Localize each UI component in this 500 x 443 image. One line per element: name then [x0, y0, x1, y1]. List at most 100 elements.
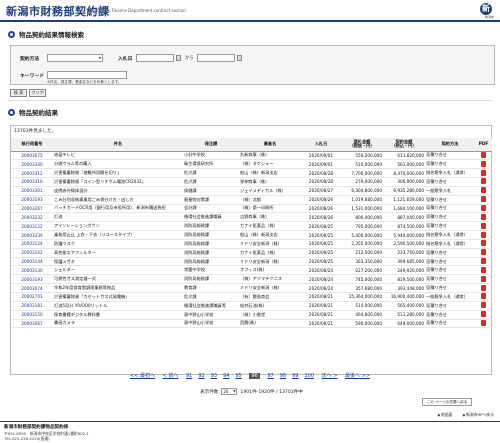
table-row: 20003193 可燃性ガス測定器一式 消防局総務課 （株）アヅマテクニス 2020/0… — [11, 274, 492, 285]
pdf-icon[interactable] — [481, 169, 486, 176]
footer-home-link[interactable]: 新潟市HPへ戻る — [462, 412, 494, 418]
pdf-icon[interactable] — [481, 240, 486, 247]
pager-page-link[interactable]: 99 — [292, 373, 298, 379]
pager-page-link[interactable]: 93 — [211, 373, 217, 379]
row-date: 2020/08/26 — [301, 195, 341, 205]
table-row: 20003181 灯油5月分 Y0/OO0リットル 循環社会推進課職員等 桜井石油(株… — [11, 301, 492, 311]
row-id[interactable]: 20003232 — [11, 212, 53, 223]
row-id[interactable]: 20003239 — [11, 230, 53, 240]
row-department: 消防局総務課 — [183, 230, 239, 240]
keyword-input[interactable] — [47, 71, 127, 79]
row-vendor: オフィス(株) — [239, 265, 301, 276]
row-pdf-cell — [475, 177, 492, 187]
row-id[interactable]: 20003312 — [11, 168, 53, 179]
pdf-icon[interactable] — [481, 258, 486, 265]
row-vendor: 吉野商事（株） — [239, 212, 301, 223]
row-bid-amount: 514,000,000 — [341, 301, 383, 311]
row-id[interactable]: 20003340 — [11, 159, 53, 170]
pager-page-link[interactable]: 98 — [280, 373, 286, 379]
pdf-icon[interactable] — [481, 151, 486, 158]
row-id[interactable]: 20003162 — [11, 248, 53, 258]
footer-back-link[interactable]: 前画面 — [438, 412, 452, 418]
row-id[interactable]: 20003301 — [11, 186, 53, 196]
pdf-icon[interactable] — [481, 302, 486, 309]
row-date: 2020/08/27 — [301, 186, 341, 196]
pager-page-link[interactable]: 94 — [223, 373, 229, 379]
pdf-icon[interactable] — [481, 284, 486, 291]
page-top-button[interactable]: この ページの先頭へ戻る — [422, 398, 472, 406]
row-id[interactable]: 20003267 — [11, 204, 53, 214]
logo-caption: 新潟市 — [484, 15, 494, 19]
pdf-icon[interactable] — [481, 311, 486, 318]
row-contract-amount: 249,920,000 — [383, 265, 425, 276]
row-method: 見積り合せ — [425, 310, 475, 320]
pager-page-link[interactable]: 91 — [186, 373, 192, 379]
pager-page-link[interactable]: 100 — [305, 373, 315, 379]
pdf-icon[interactable] — [481, 275, 486, 282]
date-from-input[interactable] — [136, 54, 174, 62]
row-pdf-cell — [475, 310, 492, 320]
calendar-from-icon[interactable] — [176, 55, 181, 61]
row-method: 見積り合せ — [425, 265, 475, 276]
niigata-logo-icon[interactable]: 新 — [480, 3, 492, 15]
row-id[interactable]: 20003074 — [11, 283, 53, 293]
row-id[interactable]: 20003193 — [11, 195, 53, 205]
row-id[interactable]: 20003075 — [11, 151, 53, 161]
pdf-icon[interactable] — [481, 213, 486, 220]
date-to-input[interactable] — [197, 54, 235, 62]
row-contract-amount: 1,121,659,000 — [383, 195, 425, 205]
row-id[interactable]: 20003181 — [11, 301, 53, 311]
pdf-icon[interactable] — [481, 222, 486, 229]
row-id[interactable]: 20003150 — [11, 310, 53, 320]
row-id[interactable]: 20003144 — [11, 257, 53, 267]
pager-first-link[interactable]: << 最初へ — [130, 373, 155, 379]
search-button[interactable]: 検 索 — [10, 89, 27, 97]
table-row: 20003162 高性能エアフィルター 消防局総務課 カナイ医薬品（株） 2020/08… — [11, 248, 492, 258]
row-bid-amount: 510,000,000 — [341, 159, 383, 170]
contract-method-select[interactable] — [47, 54, 103, 62]
row-id[interactable]: 20003067 — [11, 319, 53, 329]
row-contract-amount: 233,750,000 — [383, 248, 425, 258]
clear-button[interactable]: クリア — [29, 89, 46, 97]
row-pdf-cell — [475, 248, 492, 258]
pdf-icon[interactable] — [481, 266, 486, 273]
row-bid-amount: 7,700,000,000 — [341, 168, 383, 179]
row-contract-amount: 819,500,000 — [383, 274, 425, 285]
pager-page-link[interactable]: 95 — [235, 373, 241, 379]
pdf-icon[interactable] — [481, 249, 486, 256]
per-page-select[interactable]: 20 — [221, 388, 238, 395]
pager-prev-link[interactable]: < 前へ — [163, 373, 179, 379]
pdf-icon[interactable] — [481, 196, 486, 203]
row-item-name: 灯油 — [53, 212, 183, 223]
row-contract-amount: 5,940,000,000 — [383, 230, 425, 240]
table-row: 20003232 灯油 循環社会推進課職員 吉野商事（株） 2020/08/26 806,… — [11, 212, 492, 223]
row-bid-amount: 795,000,000 — [341, 221, 383, 232]
row-department: 消防局総務課 — [183, 257, 239, 267]
calendar-to-icon[interactable] — [237, 55, 242, 61]
contract-method-label: 契約方法 — [20, 57, 40, 62]
row-id[interactable]: 20003316 — [11, 177, 53, 187]
row-id[interactable]: 20003130 — [11, 265, 53, 276]
pdf-icon[interactable] — [481, 231, 486, 238]
table-row: 20003193 こみ分別収納事業用ごみ袋分け方・出し方 廃棄物対策課 （株）北都 20… — [11, 195, 492, 205]
pager-page-link[interactable]: 97 — [267, 373, 273, 379]
row-id[interactable]: 20003193 — [11, 274, 53, 285]
row-item-name: 乗務用止止 上衣・下衣（リユースタイプ） — [53, 230, 183, 240]
row-method: 見積り合せ — [425, 257, 475, 267]
pdf-icon[interactable] — [481, 293, 486, 300]
row-item-name: シェルダー — [53, 265, 183, 276]
pdf-icon[interactable] — [481, 187, 486, 194]
pdf-icon[interactable] — [481, 319, 486, 326]
row-id[interactable]: 20003122 — [11, 221, 53, 232]
row-department: 保健課 — [183, 186, 239, 196]
row-department: 循環社会推進課職員等 — [183, 301, 239, 311]
pdf-icon[interactable] — [481, 178, 486, 185]
row-vendor: （株）北都 — [239, 195, 301, 205]
pdf-icon[interactable] — [481, 160, 486, 167]
row-id[interactable]: 20003124 — [11, 239, 53, 249]
pager-next-link[interactable]: 次へ > — [322, 373, 338, 379]
row-id[interactable]: 20002701 — [11, 292, 53, 302]
pdf-icon[interactable] — [481, 204, 486, 211]
pager-page-link[interactable]: 92 — [198, 373, 204, 379]
pager-last-link[interactable]: 最後へ >> — [345, 373, 370, 379]
